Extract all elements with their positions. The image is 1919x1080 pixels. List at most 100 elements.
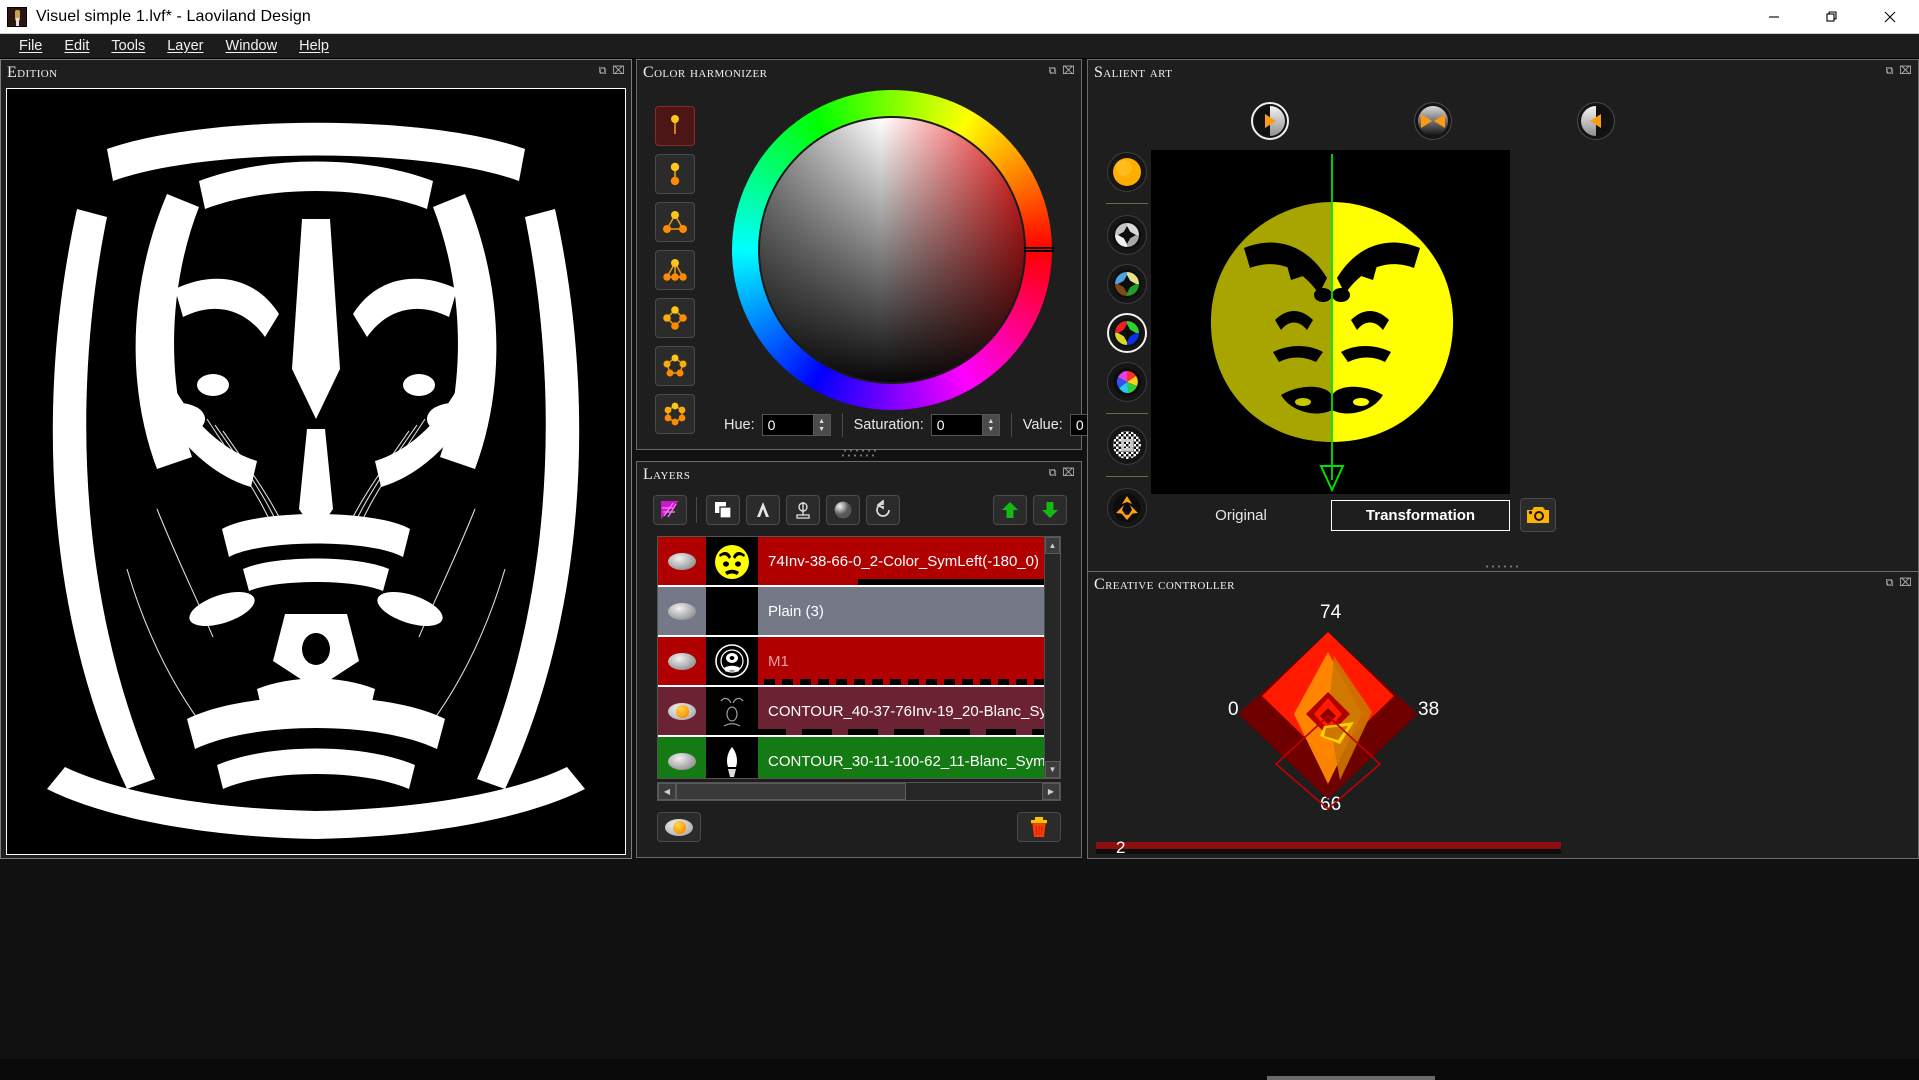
menu-layer[interactable]: Layer bbox=[156, 35, 214, 57]
saturation-value-disc[interactable] bbox=[758, 116, 1026, 384]
harmonizer-layers-splitter-grip[interactable] bbox=[840, 453, 876, 458]
symmetry-center-button[interactable] bbox=[1413, 102, 1452, 140]
menu-window-label: Window bbox=[225, 38, 278, 54]
salient-creative-splitter-grip[interactable] bbox=[1484, 564, 1520, 569]
duplicate-layer-button[interactable] bbox=[706, 495, 740, 525]
rainbow-palette-button[interactable] bbox=[1107, 362, 1147, 402]
saturation-spin-buttons[interactable]: ▲ ▼ bbox=[982, 414, 1000, 436]
hue-spin-buttons[interactable]: ▲ ▼ bbox=[813, 414, 831, 436]
creative-radar-chart[interactable]: 74 38 66 0 bbox=[1088, 594, 1568, 844]
color-swatch-button[interactable] bbox=[1107, 152, 1147, 192]
restore-button[interactable] bbox=[1803, 0, 1861, 34]
scroll-left-button[interactable]: ◀ bbox=[658, 783, 676, 800]
menu-file[interactable]: File bbox=[8, 35, 53, 57]
symmetry-right-button[interactable] bbox=[1577, 102, 1616, 140]
table-row[interactable]: CONTOUR_40-37-76Inv-19_20-Blanc_SymRig bbox=[658, 687, 1044, 737]
snapshot-button[interactable] bbox=[1520, 498, 1556, 532]
salient-preview-canvas[interactable] bbox=[1151, 150, 1510, 494]
menu-tools[interactable]: Tools bbox=[100, 35, 156, 57]
menu-edit[interactable]: Edit bbox=[53, 35, 100, 57]
value-label: Value: bbox=[1022, 417, 1063, 433]
delete-layer-button[interactable] bbox=[1017, 812, 1061, 842]
pentadic-scheme-button[interactable] bbox=[655, 346, 695, 386]
saturation-spinner[interactable]: ▲▼ bbox=[930, 414, 1000, 436]
table-row[interactable]: 74Inv-38-66-0_2-Color_SymLeft(-180_0) bbox=[658, 537, 1044, 587]
reset-button[interactable] bbox=[866, 495, 900, 525]
layers-vertical-scrollbar[interactable]: ▲ ▼ bbox=[1044, 537, 1060, 778]
merge-layers-button[interactable] bbox=[746, 495, 780, 525]
greyscale-palette-button[interactable] bbox=[1107, 215, 1147, 255]
table-row[interactable]: Plain (3) bbox=[658, 587, 1044, 637]
half-right-arrow-icon bbox=[1254, 106, 1285, 136]
monochromatic-scheme-button[interactable] bbox=[655, 106, 695, 146]
layer-visibility-toggle[interactable] bbox=[658, 587, 706, 635]
close-button[interactable] bbox=[1861, 0, 1919, 34]
creative-slider[interactable] bbox=[1096, 842, 1561, 854]
taskbar-active-window[interactable] bbox=[1267, 1076, 1435, 1080]
vivid-palette-button[interactable] bbox=[1107, 313, 1147, 353]
edition-canvas[interactable] bbox=[6, 88, 626, 855]
symmetry-left-button[interactable] bbox=[1250, 102, 1289, 140]
layers-rows: 74Inv-38-66-0_2-Color_SymLeft(-180_0) Pl… bbox=[658, 537, 1044, 778]
hexadic-scheme-button[interactable] bbox=[655, 394, 695, 434]
harmonizer-close-icon[interactable]: ⌧ bbox=[1062, 65, 1075, 78]
saturation-up-icon[interactable]: ▲ bbox=[987, 418, 994, 425]
hue-ring[interactable] bbox=[732, 90, 1054, 410]
scroll-down-button[interactable]: ▼ bbox=[1045, 761, 1060, 778]
move-layer-up-button[interactable] bbox=[993, 495, 1027, 525]
scroll-up-button[interactable]: ▲ bbox=[1045, 537, 1060, 554]
arrow-up-green-icon bbox=[1002, 502, 1018, 518]
hscroll-track[interactable] bbox=[906, 783, 1042, 800]
salient-float-icon[interactable]: ⧉ bbox=[1883, 65, 1896, 78]
layer-visibility-toggle[interactable] bbox=[658, 537, 706, 585]
saturation-down-icon[interactable]: ▼ bbox=[987, 426, 994, 433]
layers-list[interactable]: 74Inv-38-66-0_2-Color_SymLeft(-180_0) Pl… bbox=[657, 536, 1061, 779]
scroll-right-button[interactable]: ▶ bbox=[1042, 783, 1060, 800]
triadic-scheme-button[interactable] bbox=[655, 202, 695, 242]
color-harmonizer-panel: Color harmonizer ⧉ ⌧ Hue: 0 ▲ ▼ Saturati… bbox=[636, 59, 1139, 453]
anchor-layer-button[interactable] bbox=[786, 495, 820, 525]
menu-window[interactable]: Window bbox=[215, 35, 289, 57]
minimize-button[interactable] bbox=[1745, 0, 1803, 34]
harmonizer-float-icon[interactable]: ⧉ bbox=[1046, 65, 1059, 78]
hue-input[interactable] bbox=[761, 414, 814, 436]
complementary-scheme-button[interactable] bbox=[655, 154, 695, 194]
table-row[interactable]: M1 bbox=[658, 637, 1044, 687]
original-label[interactable]: Original bbox=[1151, 507, 1331, 524]
hue-up-icon[interactable]: ▲ bbox=[818, 418, 825, 425]
recycle-colors-button[interactable] bbox=[1107, 488, 1147, 528]
table-row[interactable]: CONTOUR_30-11-100-62_11-Blanc_SymLeft(2 bbox=[658, 737, 1044, 778]
salient-side-toolbar bbox=[1096, 152, 1158, 528]
scroll-track[interactable] bbox=[1045, 554, 1060, 761]
move-layer-down-button[interactable] bbox=[1033, 495, 1067, 525]
transparency-button[interactable] bbox=[1107, 425, 1147, 465]
hue-spinner[interactable]: ▲▼ bbox=[761, 414, 831, 436]
toggle-all-visibility-button[interactable] bbox=[657, 812, 701, 842]
split-complementary-scheme-button[interactable] bbox=[655, 250, 695, 290]
layer-visibility-toggle[interactable] bbox=[658, 687, 706, 735]
hscroll-thumb[interactable] bbox=[676, 783, 906, 800]
saturation-input[interactable] bbox=[930, 414, 983, 436]
layers-float-icon[interactable]: ⧉ bbox=[1046, 467, 1059, 480]
hue-marker[interactable] bbox=[1024, 247, 1054, 252]
new-layer-button[interactable] bbox=[653, 495, 687, 525]
edition-close-icon[interactable]: ⌧ bbox=[612, 65, 625, 78]
menu-help[interactable]: Help bbox=[288, 35, 340, 57]
creative-close-icon[interactable]: ⌧ bbox=[1899, 577, 1912, 590]
window-controls bbox=[1745, 0, 1919, 34]
layers-horizontal-scrollbar[interactable]: ◀ ▶ bbox=[657, 782, 1061, 801]
layer-visibility-toggle[interactable] bbox=[658, 637, 706, 685]
color-wheel[interactable] bbox=[732, 90, 1054, 410]
creative-float-icon[interactable]: ⧉ bbox=[1883, 577, 1896, 590]
edition-float-icon[interactable]: ⧉ bbox=[596, 65, 609, 78]
muted-palette-button[interactable] bbox=[1107, 264, 1147, 304]
salient-close-icon[interactable]: ⌧ bbox=[1899, 65, 1912, 78]
opacity-button[interactable] bbox=[826, 495, 860, 525]
transformation-label[interactable]: Transformation bbox=[1331, 500, 1510, 531]
hue-down-icon[interactable]: ▼ bbox=[818, 426, 825, 433]
layers-close-icon[interactable]: ⌧ bbox=[1062, 467, 1075, 480]
salient-artwork bbox=[1151, 150, 1510, 494]
layer-visibility-toggle[interactable] bbox=[658, 737, 706, 778]
tetradic-scheme-button[interactable] bbox=[655, 298, 695, 338]
scroll-left-icon: ◀ bbox=[663, 787, 671, 796]
